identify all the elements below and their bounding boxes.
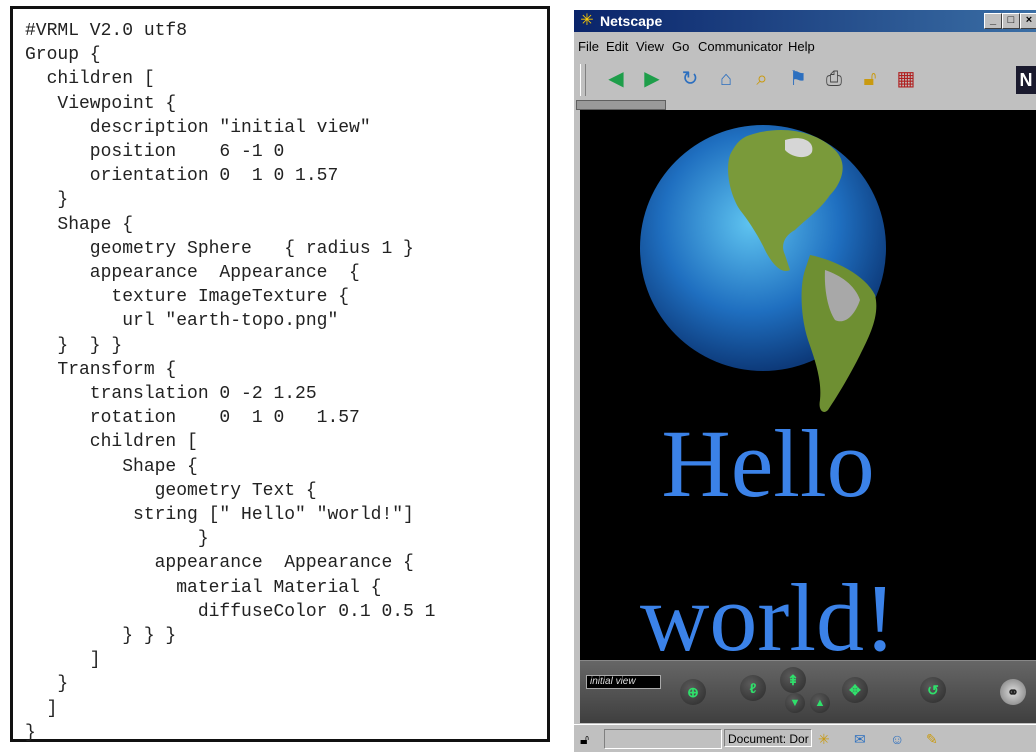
netscape-logo: N xyxy=(1016,66,1036,94)
code-line: orientation 0 1 0 1.57 xyxy=(25,166,339,187)
earth-globe xyxy=(640,125,886,412)
code-line: appearance Appearance { xyxy=(25,553,414,574)
code-line: #VRML V2.0 utf8 xyxy=(25,21,188,41)
code-line: children [ xyxy=(25,69,155,90)
code-line: texture ImageTexture { xyxy=(25,287,350,308)
code-line: geometry Text { xyxy=(25,480,317,501)
navigation-toolbar: ◀ ▶ ↻ ⌂ ⌕ ⚑ ⎙ 🔓︎ ▦ N xyxy=(574,60,1036,100)
vrml-code-panel: #VRML V2.0 utf8 Group { children [ Viewpo… xyxy=(10,6,550,743)
code-line: rotation 0 1 0 1.57 xyxy=(25,408,360,429)
viewpoint-selector[interactable]: initial view xyxy=(586,675,661,689)
title-bar: ✳ Netscape _ □ × xyxy=(574,10,1036,32)
home-icon[interactable]: ⌂ xyxy=(714,66,738,92)
stop-icon[interactable]: ▦ xyxy=(894,66,918,92)
mail-status-icon[interactable]: ✉ xyxy=(854,729,866,749)
walk-icon[interactable]: ℓ xyxy=(740,675,766,701)
forward-icon[interactable]: ▶ xyxy=(640,66,664,92)
print-icon[interactable]: ⎙ xyxy=(822,66,846,92)
code-line: ] xyxy=(25,650,101,671)
code-line: } xyxy=(25,529,209,550)
menu-help[interactable]: Help xyxy=(788,39,815,54)
code-line: ] xyxy=(25,698,58,719)
code-line: material Material { xyxy=(25,577,382,598)
maximize-button[interactable]: □ xyxy=(1002,13,1020,29)
menu-bar: File Edit View Go Communicator Help xyxy=(574,36,1036,56)
toolbar-grip[interactable] xyxy=(580,64,586,96)
code-line: geometry Sphere { radius 1 } xyxy=(25,238,414,259)
examine-icon[interactable]: ↺ xyxy=(920,677,946,703)
pan-icon[interactable]: ✥ xyxy=(842,677,868,703)
menu-view[interactable]: View xyxy=(636,39,664,54)
vrml-navigation-bar: initial view ⊕ ℓ ⇞ ▼ ▲ ✥ ↺ ⚭ xyxy=(580,660,1036,723)
code-line: appearance Appearance { xyxy=(25,263,360,283)
code-line: position 6 -1 0 xyxy=(25,142,285,162)
menu-communicator[interactable]: Communicator xyxy=(698,39,783,54)
vrml-viewport[interactable]: Hello world! xyxy=(580,110,1036,670)
code-line: Viewpoint { xyxy=(25,93,177,114)
code-line: } xyxy=(25,190,69,211)
close-button[interactable]: × xyxy=(1020,13,1036,29)
menu-file[interactable]: File xyxy=(578,39,599,54)
reload-icon[interactable]: ↻ xyxy=(678,66,702,92)
guide-icon[interactable]: ⚑ xyxy=(786,66,810,92)
netscape-window: ✳ Netscape _ □ × File Edit View Go Commu… xyxy=(574,10,1036,752)
toolbar-tab[interactable] xyxy=(576,100,666,110)
window-title: Netscape xyxy=(600,13,663,29)
tilt-down-icon[interactable]: ▼ xyxy=(785,693,805,713)
back-icon[interactable]: ◀ xyxy=(604,66,628,92)
status-bar: 🔓︎ Document: Dor ✳ ✉ ☺ ✎ xyxy=(574,724,1036,752)
code-line: } } } xyxy=(25,626,177,646)
minimize-button[interactable]: _ xyxy=(984,13,1002,29)
status-text: Document: Dor xyxy=(724,729,812,747)
security-icon[interactable]: 🔓︎ xyxy=(858,66,882,92)
code-line: children [ xyxy=(25,432,198,453)
code-line: Shape { xyxy=(25,214,134,235)
search-icon[interactable]: ⌕ xyxy=(750,66,774,92)
scene-text-hello: Hello xyxy=(661,410,875,517)
code-line: Transform { xyxy=(25,359,177,380)
security-status-icon[interactable]: 🔓︎ xyxy=(580,729,589,749)
scene-text-world: world! xyxy=(640,564,896,671)
navigator-status-icon[interactable]: ✳ xyxy=(818,729,830,749)
cosmo-logo-icon: ⚭ xyxy=(1000,679,1026,705)
code-line: url "earth-topo.png" xyxy=(25,311,339,332)
code-line: } xyxy=(25,722,36,743)
code-line: string [" Hello" "world!"] xyxy=(25,505,414,525)
fly-icon[interactable]: ⇞ xyxy=(780,667,806,693)
code-line: description "initial view" xyxy=(25,117,371,138)
code-line: Group { xyxy=(25,45,101,66)
code-line: Shape { xyxy=(25,456,198,477)
progress-cell xyxy=(604,729,722,749)
code-line: } xyxy=(25,674,69,695)
menu-edit[interactable]: Edit xyxy=(606,39,628,54)
code-line: diffuseColor 0.1 0.5 1 xyxy=(25,601,436,622)
tilt-up-icon[interactable]: ▲ xyxy=(810,693,830,713)
menu-go[interactable]: Go xyxy=(672,39,689,54)
netscape-icon: ✳ xyxy=(580,12,594,29)
discussions-status-icon[interactable]: ☺ xyxy=(890,729,904,749)
code-line: } } } xyxy=(25,335,123,356)
composer-status-icon[interactable]: ✎ xyxy=(926,729,938,749)
target-icon[interactable]: ⊕ xyxy=(680,679,706,705)
code-line: translation 0 -2 1.25 xyxy=(25,384,317,404)
